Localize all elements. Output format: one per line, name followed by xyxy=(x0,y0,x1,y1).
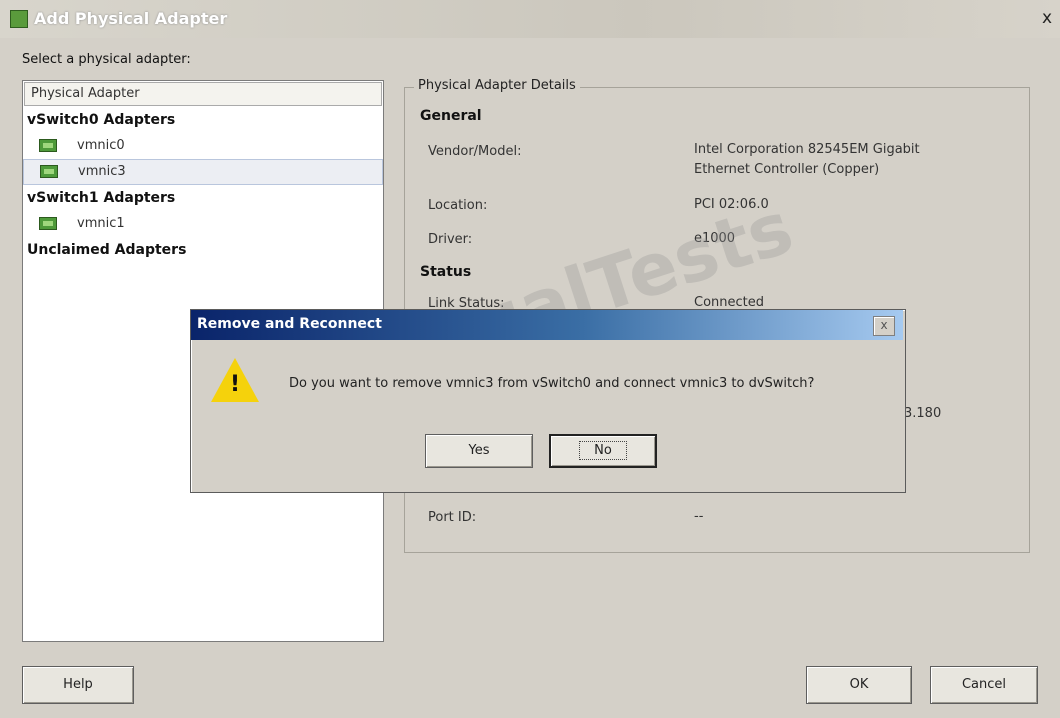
port-id-label: Port ID: xyxy=(428,510,477,525)
vendor-value-line1: Intel Corporation 82545EM Gigabit xyxy=(694,142,920,157)
select-adapter-label: Select a physical adapter: xyxy=(22,52,191,67)
dialog-title-bar: Remove and Reconnect x xyxy=(191,310,903,340)
window-title: Add Physical Adapter xyxy=(34,9,228,28)
warning-icon-glyph: ! xyxy=(229,372,241,397)
nic-icon xyxy=(39,217,57,230)
network-adapter-icon xyxy=(10,10,28,28)
yes-button[interactable]: Yes xyxy=(425,434,533,468)
title-bar: Add Physical Adapter x xyxy=(0,0,1060,38)
list-item-vmnic1[interactable]: vmnic1 xyxy=(23,211,383,237)
driver-label: Driver: xyxy=(428,232,473,247)
list-item-label: vmnic3 xyxy=(78,164,126,179)
ip-partial-value: 3.180 xyxy=(904,406,942,421)
close-icon[interactable]: x xyxy=(873,316,895,336)
general-heading: General xyxy=(420,108,482,124)
add-physical-adapter-window: Add Physical Adapter x Select a physical… xyxy=(0,0,1060,718)
ok-button[interactable]: OK xyxy=(806,666,912,704)
nic-icon xyxy=(39,139,57,152)
no-button[interactable]: No xyxy=(549,434,657,468)
group-vswitch1: vSwitch1 Adapters xyxy=(27,190,176,206)
port-id-value: -- xyxy=(694,509,704,524)
close-icon[interactable]: x xyxy=(1042,8,1052,28)
dialog-message: Do you want to remove vmnic3 from vSwitc… xyxy=(289,376,815,391)
nic-icon xyxy=(40,165,58,178)
group-unclaimed: Unclaimed Adapters xyxy=(27,242,187,258)
list-column-header[interactable]: Physical Adapter xyxy=(24,82,382,106)
list-item-label: vmnic1 xyxy=(77,216,125,231)
list-item-vmnic3[interactable]: vmnic3 xyxy=(23,159,383,185)
remove-reconnect-dialog: Remove and Reconnect x ! Do you want to … xyxy=(190,309,906,493)
group-vswitch0: vSwitch0 Adapters xyxy=(27,112,176,128)
vendor-value-line2: Ethernet Controller (Copper) xyxy=(694,162,880,177)
no-button-label: No xyxy=(579,441,627,460)
location-value: PCI 02:06.0 xyxy=(694,197,769,212)
list-item-vmnic0[interactable]: vmnic0 xyxy=(23,133,383,159)
details-title: Physical Adapter Details xyxy=(414,78,580,93)
list-item-label: vmnic0 xyxy=(77,138,125,153)
dialog-title: Remove and Reconnect xyxy=(197,316,382,332)
cancel-button[interactable]: Cancel xyxy=(930,666,1038,704)
status-heading: Status xyxy=(420,264,472,280)
location-label: Location: xyxy=(428,198,488,213)
driver-value: e1000 xyxy=(694,231,736,246)
vendor-label: Vendor/Model: xyxy=(428,144,522,159)
help-button[interactable]: Help xyxy=(22,666,134,704)
